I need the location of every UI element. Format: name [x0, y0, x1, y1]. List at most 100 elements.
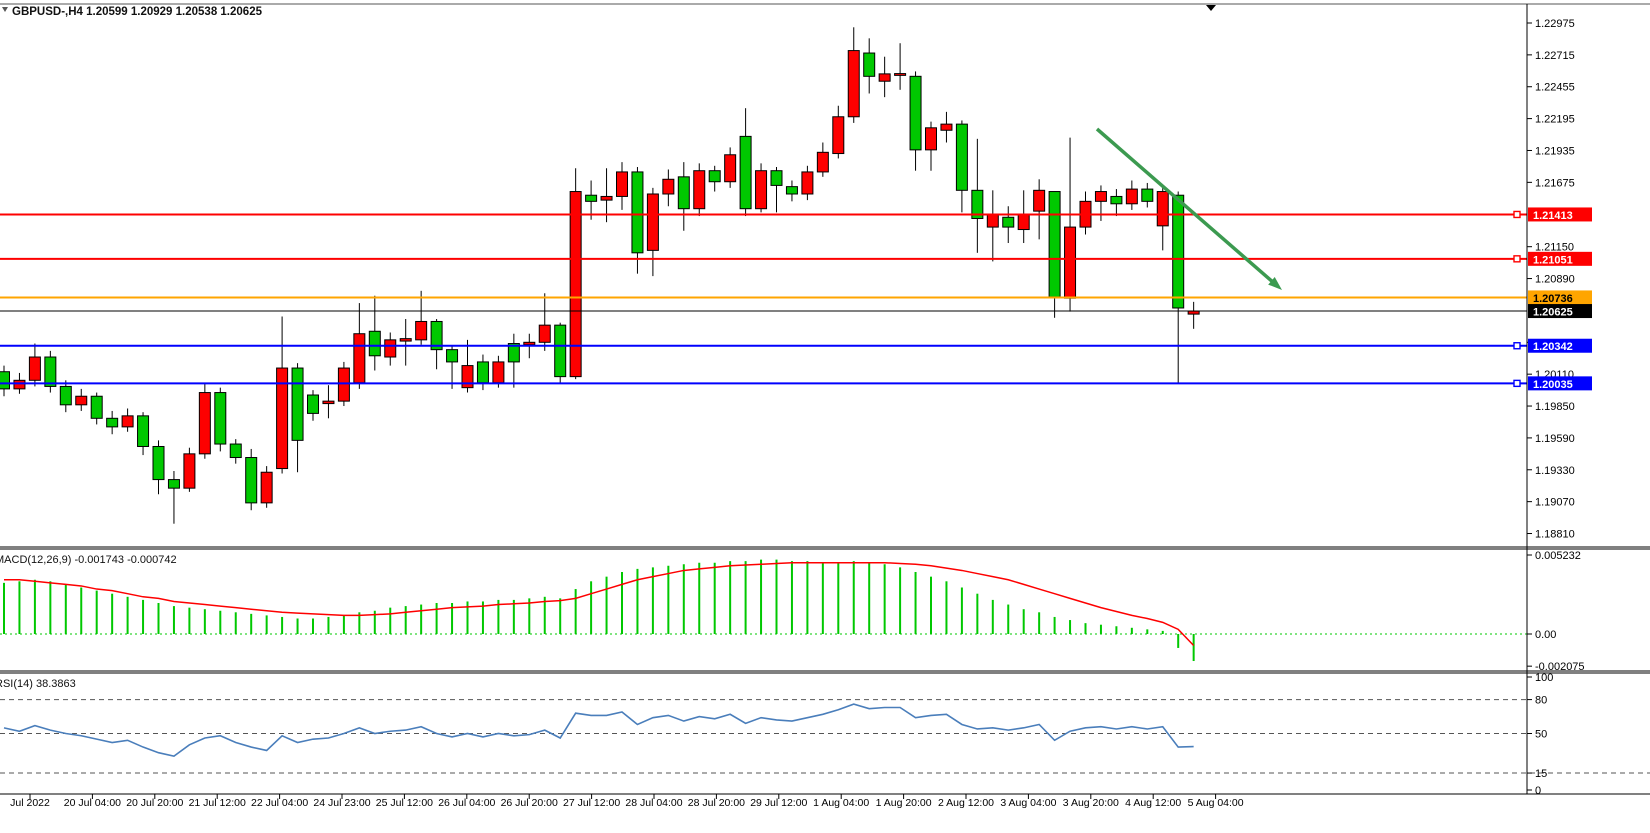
candle [725, 155, 736, 182]
candle [740, 136, 751, 208]
candle [956, 124, 967, 190]
macd-indicator-label: MACD(12,26,9) -0.001743 -0.000742 [0, 554, 177, 566]
rsi-axis-label: 15 [1535, 768, 1547, 780]
candle [76, 396, 87, 405]
candle [60, 386, 71, 404]
candle [138, 416, 149, 447]
candle [168, 480, 179, 489]
candle [292, 368, 303, 440]
candle [14, 380, 25, 389]
time-axis-label: 28 Jul 04:00 [625, 797, 682, 809]
time-axis-label: 24 Jul 23:00 [313, 797, 370, 809]
rsi-axis-label: 50 [1535, 729, 1547, 741]
candle [524, 342, 535, 344]
candle [555, 325, 566, 376]
time-axis-label: 2 Aug 12:00 [938, 797, 994, 809]
price-axis-label: 1.22195 [1535, 114, 1575, 126]
candle [647, 194, 658, 250]
candle [261, 472, 272, 503]
candle [802, 172, 813, 194]
candle [29, 357, 40, 380]
price-axis-label: 1.22455 [1535, 82, 1575, 94]
price-axis-label: 1.19590 [1535, 433, 1575, 445]
candle [184, 454, 195, 488]
candle [477, 362, 488, 383]
candle [756, 171, 767, 209]
candle [1173, 195, 1184, 308]
candle [926, 128, 937, 150]
candle [323, 401, 334, 403]
rsi-axis-label: 80 [1535, 695, 1547, 707]
candle [987, 215, 998, 227]
candle [0, 372, 10, 389]
candle [308, 395, 319, 413]
price-axis-label: 1.22975 [1535, 18, 1575, 30]
candle [1065, 227, 1076, 298]
candle [941, 124, 952, 130]
rsi-axis-label: 0 [1535, 785, 1541, 797]
candle [91, 396, 102, 418]
price-level-badge-text: 1.20342 [1533, 341, 1573, 353]
time-axis-label: 29 Jul 12:00 [750, 797, 807, 809]
time-axis-label: 26 Jul 20:00 [501, 797, 558, 809]
candle [709, 171, 720, 182]
rsi-indicator-label: RSI(14) 38.3863 [0, 678, 76, 690]
candle [786, 187, 797, 194]
time-axis-label: 5 Aug 04:00 [1188, 797, 1244, 809]
price-level-badge-text: 1.20736 [1533, 293, 1573, 305]
candle [369, 331, 380, 356]
candle [1142, 189, 1153, 201]
time-axis-label: 20 Jul 04:00 [64, 797, 121, 809]
price-axis-label: 1.19330 [1535, 465, 1575, 477]
candle [1126, 189, 1137, 204]
candle [539, 325, 550, 342]
price-axis-label: 1.19070 [1535, 497, 1575, 509]
candle [771, 171, 782, 186]
candle [678, 177, 689, 209]
candle [833, 117, 844, 154]
symbol-ohlc-title: GBPUSD-,H4 1.20599 1.20929 1.20538 1.206… [12, 6, 263, 18]
candle [617, 172, 628, 197]
candle [694, 171, 705, 209]
candle [107, 418, 118, 427]
time-axis-label: 25 Jul 12:00 [376, 797, 433, 809]
candle [570, 192, 581, 377]
candle [817, 152, 828, 172]
candle [663, 179, 674, 194]
candle [416, 321, 427, 339]
candle [1034, 190, 1045, 211]
time-axis-label: 3 Aug 04:00 [1000, 797, 1056, 809]
macd-axis-label: 0.005232 [1535, 550, 1581, 562]
mt4-trading-window: 订单 自动交易 ▼ [0, 0, 1650, 833]
candle [1095, 192, 1106, 202]
time-axis-label: 20 Jul 20:00 [126, 797, 183, 809]
candle [338, 368, 349, 401]
candle [895, 74, 906, 76]
candle [246, 458, 257, 503]
candle [632, 172, 643, 253]
macd-axis-label: 0.00 [1535, 629, 1556, 641]
candle [586, 195, 597, 201]
time-axis-label: 1 Aug 20:00 [876, 797, 932, 809]
chart-area[interactable]: 1.229751.227151.224551.221951.219351.216… [0, 0, 1650, 809]
time-axis-label: 22 Jul 04:00 [251, 797, 308, 809]
candle [910, 76, 921, 150]
candle [1003, 217, 1014, 227]
time-axis-label: 27 Jul 12:00 [563, 797, 620, 809]
candle [1157, 192, 1168, 226]
candle [215, 393, 226, 444]
candle [447, 350, 458, 362]
candle [879, 74, 890, 81]
time-axis-label: 21 Jul 12:00 [189, 797, 246, 809]
price-axis-label: 1.22715 [1535, 50, 1575, 62]
candle [1111, 196, 1122, 203]
price-level-badge-text: 1.21051 [1533, 254, 1573, 266]
candle [45, 357, 56, 386]
candle [864, 53, 875, 76]
time-axis-label: 28 Jul 20:00 [688, 797, 745, 809]
rsi-axis-label: 100 [1535, 672, 1553, 684]
time-axis-label: 4 Aug 12:00 [1125, 797, 1181, 809]
candle [230, 444, 241, 457]
candle [153, 446, 164, 479]
candle [601, 196, 612, 200]
